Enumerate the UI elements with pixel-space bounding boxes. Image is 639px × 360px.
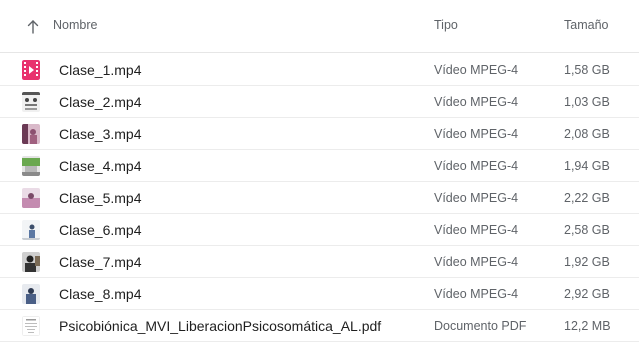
- file-size: 2,58 GB: [564, 223, 610, 237]
- video-thumbnail-icon: [22, 92, 40, 112]
- file-name: Psicobiónica_MVI_LiberacionPsicosomática…: [59, 318, 382, 334]
- file-name: Clase_7.mp4: [59, 254, 142, 270]
- file-row[interactable]: Clase_6.mp4 Vídeo MPEG-4 2,58 GB: [0, 214, 639, 246]
- file-type: Vídeo MPEG-4: [434, 287, 519, 301]
- file-name: Clase_4.mp4: [59, 158, 142, 174]
- file-size: 2,22 GB: [564, 191, 610, 205]
- file-type: Vídeo MPEG-4: [434, 255, 519, 269]
- file-row[interactable]: Clase_7.mp4 Vídeo MPEG-4 1,92 GB: [0, 246, 639, 278]
- file-row[interactable]: Clase_1.mp4 Vídeo MPEG-4 1,58 GB: [0, 54, 639, 86]
- pdf-thumbnail-icon: [22, 316, 40, 336]
- video-file-icon: [22, 60, 40, 80]
- file-size: 12,2 MB: [564, 319, 611, 333]
- file-list: Clase_1.mp4 Vídeo MPEG-4 1,58 GB Clase_2…: [0, 54, 639, 342]
- video-thumbnail-icon: [22, 156, 40, 176]
- file-row[interactable]: Clase_8.mp4 Vídeo MPEG-4 2,92 GB: [0, 278, 639, 310]
- file-size: 2,92 GB: [564, 287, 610, 301]
- arrow-up-icon[interactable]: [26, 19, 40, 35]
- file-type: Vídeo MPEG-4: [434, 159, 519, 173]
- file-type: Vídeo MPEG-4: [434, 223, 519, 237]
- video-thumbnail-icon: [22, 188, 40, 208]
- file-name: Clase_5.mp4: [59, 190, 142, 206]
- file-row[interactable]: Clase_3.mp4 Vídeo MPEG-4 2,08 GB: [0, 118, 639, 150]
- file-name: Clase_8.mp4: [59, 286, 142, 302]
- column-header-type[interactable]: Tipo: [434, 18, 458, 32]
- file-row[interactable]: Psicobiónica_MVI_LiberacionPsicosomática…: [0, 310, 639, 342]
- file-name: Clase_2.mp4: [59, 94, 142, 110]
- file-type: Vídeo MPEG-4: [434, 63, 519, 77]
- file-row[interactable]: Clase_4.mp4 Vídeo MPEG-4 1,94 GB: [0, 150, 639, 182]
- file-name: Clase_6.mp4: [59, 222, 142, 238]
- file-size: 1,92 GB: [564, 255, 610, 269]
- file-list-header: Nombre Tipo Tamaño: [0, 0, 639, 53]
- column-header-size[interactable]: Tamaño: [564, 18, 608, 32]
- file-size: 2,08 GB: [564, 127, 610, 141]
- file-name: Clase_3.mp4: [59, 126, 142, 142]
- file-type: Vídeo MPEG-4: [434, 127, 519, 141]
- file-size: 1,58 GB: [564, 63, 610, 77]
- file-name: Clase_1.mp4: [59, 62, 142, 78]
- video-thumbnail-icon: [22, 124, 40, 144]
- file-type: Vídeo MPEG-4: [434, 95, 519, 109]
- file-size: 1,94 GB: [564, 159, 610, 173]
- file-type: Documento PDF: [434, 319, 527, 333]
- video-thumbnail-icon: [22, 284, 40, 304]
- file-row[interactable]: Clase_2.mp4 Vídeo MPEG-4 1,03 GB: [0, 86, 639, 118]
- file-size: 1,03 GB: [564, 95, 610, 109]
- video-thumbnail-icon: [22, 252, 40, 272]
- video-thumbnail-icon: [22, 220, 40, 240]
- file-row[interactable]: Clase_5.mp4 Vídeo MPEG-4 2,22 GB: [0, 182, 639, 214]
- column-header-name[interactable]: Nombre: [53, 18, 97, 32]
- file-type: Vídeo MPEG-4: [434, 191, 519, 205]
